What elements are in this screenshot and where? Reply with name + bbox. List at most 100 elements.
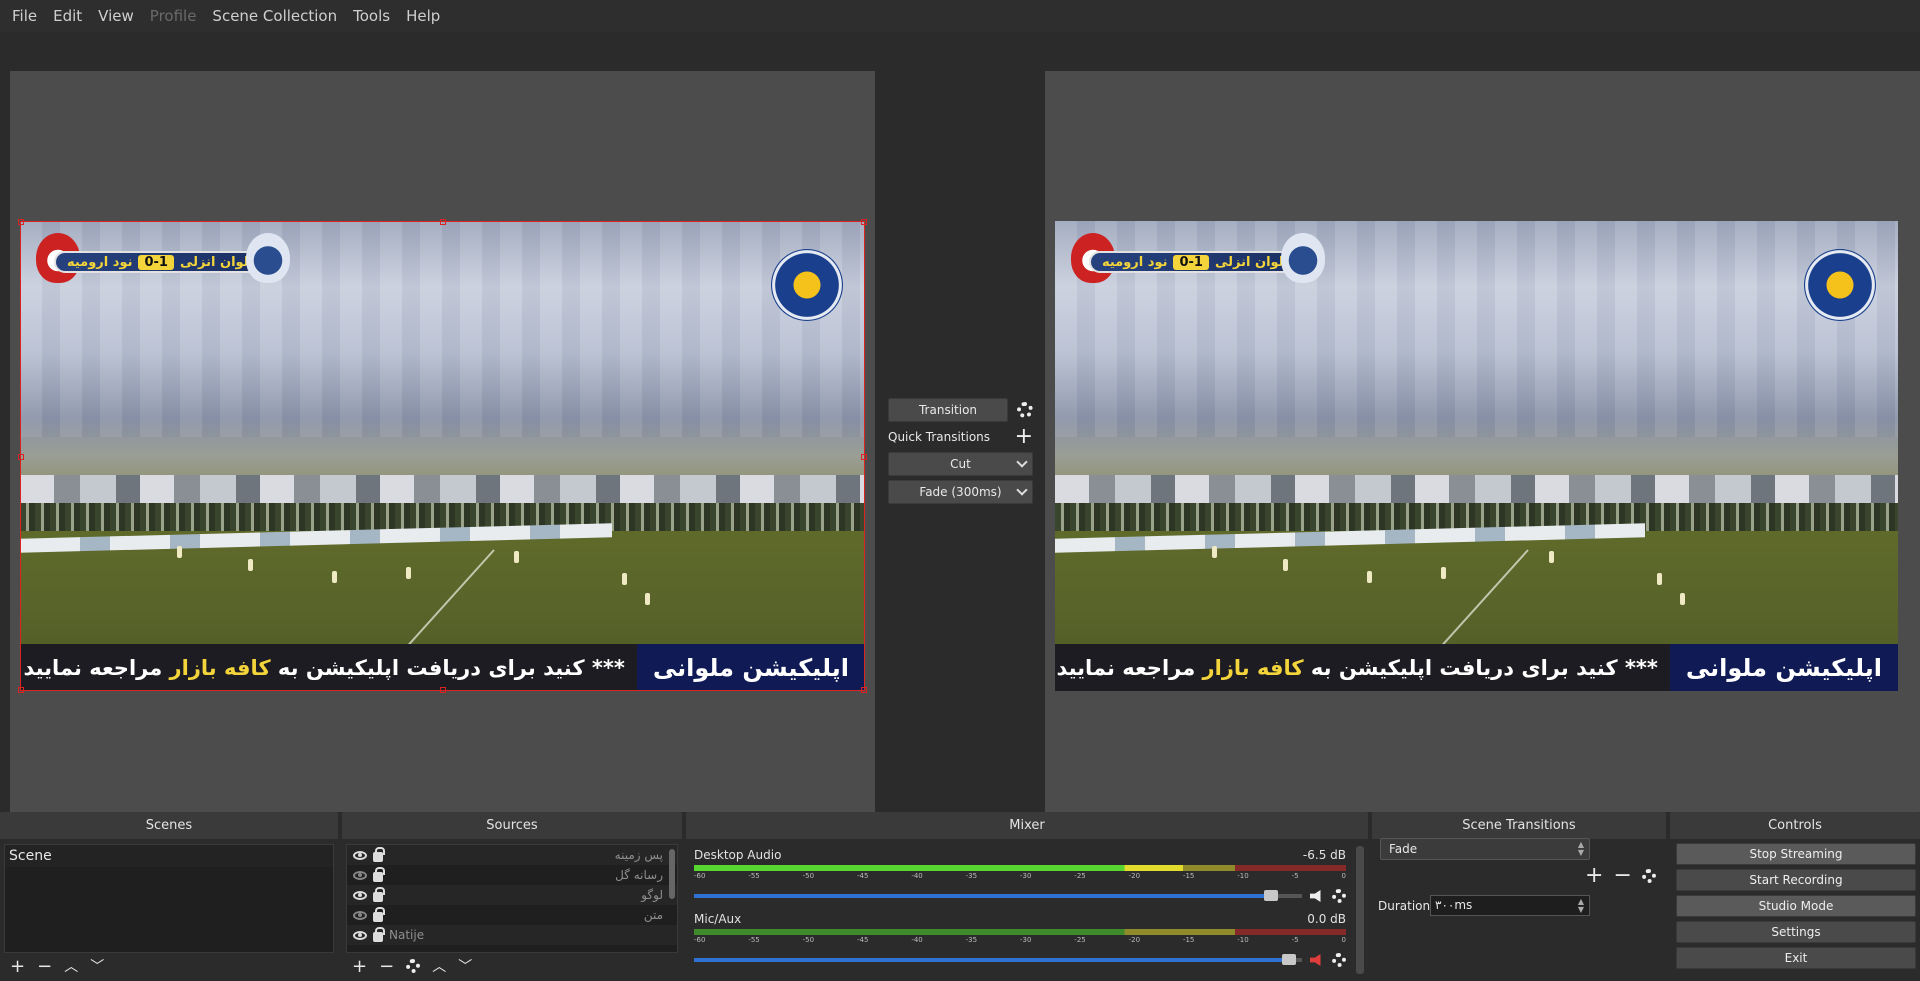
tick-label: -40 [911, 872, 923, 880]
lock-icon[interactable] [373, 846, 385, 862]
fade-transition-button[interactable]: Fade (300ms) [888, 480, 1033, 504]
menu-file[interactable]: File [4, 0, 45, 32]
duration-value: ۳۰۰ms [1435, 898, 1473, 912]
tick-label: -55 [748, 936, 760, 944]
volume-knob[interactable] [1263, 890, 1278, 901]
news-ticker: اپلیکیشن ملوانی *** کنید برای دریافت اپل… [20, 644, 865, 691]
add-transition-icon[interactable]: + [1585, 863, 1603, 888]
score-bar: ملوان انزلی 0-1 نود ارومیه [1089, 251, 1305, 273]
video-player [622, 573, 627, 585]
tick-label: -60 [694, 872, 706, 880]
menu-edit[interactable]: Edit [45, 0, 90, 32]
dock-area: Scenes Scene + − ︿ ﹀ Sources پس زمینه رس… [0, 812, 1920, 981]
quick-transitions-label: Quick Transitions [888, 430, 991, 444]
sources-scrollbar[interactable] [669, 849, 675, 899]
team-badge-icon [1281, 233, 1325, 283]
video-player [645, 593, 650, 605]
fader-row [694, 889, 1346, 903]
menu-tools[interactable]: Tools [345, 0, 398, 32]
visibility-eye-off-icon[interactable] [353, 910, 367, 920]
visibility-eye-icon[interactable] [353, 930, 367, 940]
score-value: 0-1 [1173, 254, 1209, 270]
add-quick-transition-icon[interactable]: + [1015, 426, 1033, 448]
lock-icon[interactable] [373, 886, 385, 902]
video-player [1549, 551, 1554, 563]
ticker-highlight: کافه بازار [169, 655, 271, 680]
score-team-away: نود ارومیه [1101, 254, 1168, 270]
lock-icon[interactable] [373, 906, 385, 922]
source-row[interactable]: متن [347, 905, 677, 925]
ticker-middle: برای دریافت اپلیکیشن به [1310, 655, 1569, 680]
exit-button[interactable]: Exit [1676, 947, 1916, 969]
spin-arrows-icon[interactable]: ▲ ▼ [1575, 898, 1587, 914]
source-row[interactable]: رسانه گل [347, 865, 677, 885]
chevron-down-icon[interactable] [1016, 484, 1028, 496]
tick-label: -15 [1182, 936, 1195, 944]
visibility-eye-icon[interactable] [353, 890, 367, 900]
video-player [1367, 571, 1372, 583]
remove-transition-icon[interactable]: − [1613, 863, 1631, 888]
move-up-icon[interactable]: ︿ [432, 956, 446, 976]
move-up-icon[interactable]: ︿ [64, 956, 78, 976]
program-panel: ملوان انزلی 0-1 نود ارومیه اپلیکیشن ملوا… [1045, 71, 1920, 830]
volume-slider[interactable] [694, 890, 1302, 901]
video-pitch-line [399, 549, 495, 656]
speaker-icon[interactable] [1310, 890, 1321, 902]
scenes-title: Scenes [0, 812, 338, 839]
volume-meter [694, 929, 1346, 935]
visibility-eye-icon[interactable] [353, 850, 367, 860]
settings-button[interactable]: Settings [1676, 921, 1916, 943]
scenes-list[interactable]: Scene [4, 844, 334, 953]
volume-knob[interactable] [1281, 954, 1296, 965]
source-row[interactable]: پس زمینه [347, 845, 677, 865]
channel-name: Desktop Audio [694, 848, 782, 862]
move-down-icon[interactable]: ﹀ [90, 956, 104, 976]
remove-source-icon[interactable]: − [379, 956, 394, 977]
scene-item[interactable]: Scene [5, 845, 333, 867]
add-source-icon[interactable]: + [352, 956, 367, 977]
visibility-eye-off-icon[interactable] [353, 870, 367, 880]
mixer-channel-mic: Mic/Aux 0.0 dB -60 -55 -50 -45 -40 -35 -… [694, 912, 1346, 972]
stop-streaming-button[interactable]: Stop Streaming [1676, 843, 1916, 865]
mixer-scrollbar[interactable] [1356, 846, 1364, 974]
lock-icon[interactable] [373, 926, 385, 942]
source-name: رسانه گل [615, 868, 663, 882]
transition-select-value: Fade [1389, 842, 1418, 856]
transition-properties-gear-icon[interactable] [1641, 868, 1656, 883]
menu-view[interactable]: View [90, 0, 142, 32]
news-ticker: اپلیکیشن ملوانی *** کنید برای دریافت اپل… [1055, 644, 1898, 691]
duration-spinbox[interactable]: ۳۰۰ms ▲ ▼ [1430, 895, 1590, 916]
start-recording-button[interactable]: Start Recording [1676, 869, 1916, 891]
tick-label: -45 [856, 872, 869, 880]
muted-speaker-icon[interactable] [1310, 954, 1321, 966]
tick-label: -15 [1182, 872, 1195, 880]
ticker-text: *** کنید برای دریافت اپلیکیشن به کافه با… [1055, 656, 1670, 680]
tick-label: 0 [1341, 936, 1346, 944]
lock-icon[interactable] [373, 866, 385, 882]
transition-button[interactable]: Transition [888, 398, 1008, 422]
channel-level: 0.0 dB [1307, 912, 1346, 926]
preview-panel[interactable]: ملوان انزلی 0-1 نود ارومیه اپلیکیشن ملوا… [10, 71, 875, 830]
ticker-brand: اپلیکیشن ملوانی [1669, 644, 1898, 691]
transition-gear-icon[interactable] [1017, 402, 1033, 418]
menu-help[interactable]: Help [398, 0, 448, 32]
preview-video[interactable]: ملوان انزلی 0-1 نود ارومیه اپلیکیشن ملوا… [20, 221, 865, 691]
fade-label: Fade (300ms) [919, 485, 1002, 499]
source-properties-gear-icon[interactable] [406, 959, 421, 973]
volume-slider[interactable] [694, 954, 1302, 965]
studio-mode-button[interactable]: Studio Mode [1676, 895, 1916, 917]
add-scene-icon[interactable]: + [10, 956, 25, 977]
menu-scene-collection[interactable]: Scene Collection [204, 0, 345, 32]
source-row[interactable]: Natije [347, 925, 677, 945]
audio-gear-icon[interactable] [1332, 953, 1346, 967]
transition-select[interactable]: Fade ▲ ▼ [1380, 838, 1590, 860]
audio-gear-icon[interactable] [1332, 889, 1346, 903]
source-row[interactable]: لوگو [347, 885, 677, 905]
remove-scene-icon[interactable]: − [37, 956, 52, 977]
cut-transition-button[interactable]: Cut [888, 452, 1033, 476]
menu-profile: Profile [149, 7, 197, 25]
move-down-icon[interactable]: ﹀ [458, 956, 472, 976]
sources-list[interactable]: پس زمینه رسانه گل لوگو متن Natije [346, 844, 678, 953]
chevron-down-icon[interactable] [1016, 456, 1028, 468]
video-player [1441, 567, 1446, 579]
